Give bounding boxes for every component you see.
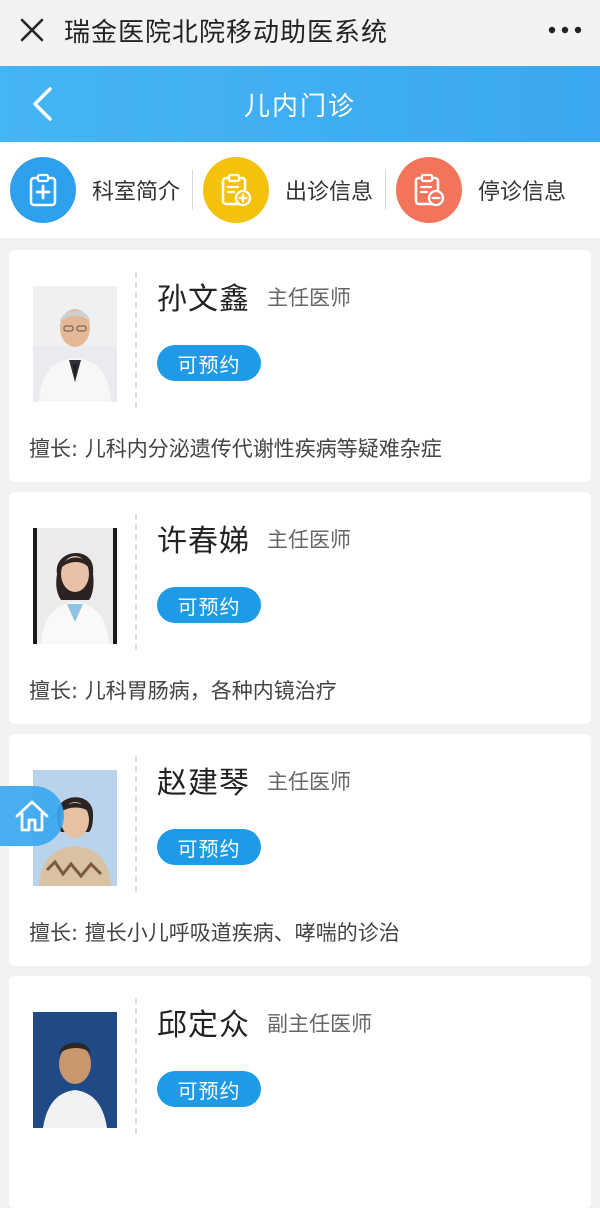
specialty-text: 儿科胃肠病，各种内镜治疗 [84,679,337,703]
home-button[interactable] [0,786,64,846]
card-divider [135,756,137,892]
doctor-name: 许春娣 [157,524,250,559]
close-icon [20,18,44,42]
doctor-name: 赵建琴 [157,766,250,801]
card-divider [135,998,137,1134]
appointment-badge[interactable]: 可预约 [157,1071,261,1107]
doctor-specialty: 擅长: 擅长小儿呼吸道疾病、哮喘的诊治 [29,917,400,947]
doctor-title: 主任医师 [267,528,351,552]
doctor-title: 主任医师 [267,286,351,310]
menu-item-department-intro[interactable]: 科室简介 [10,142,180,238]
quick-menu: 科室简介 出诊信息 停诊信息 [0,142,600,238]
menu-item-suspension-info[interactable]: 停诊信息 [396,142,566,238]
doctor-title: 副主任医师 [267,1012,372,1036]
doctor-photo [33,1012,117,1128]
app-title: 瑞金医院北院移动助医系统 [64,17,389,48]
more-button[interactable] [530,0,600,60]
doctor-name: 孙文鑫 [157,282,250,317]
specialty-label: 擅长: [29,679,79,703]
menu-label: 出诊信息 [285,180,374,205]
doctor-specialty: 擅长: 儿科胃肠病，各种内镜治疗 [29,675,337,705]
doctor-name: 邱定众 [157,1008,250,1043]
menu-divider [192,170,194,210]
card-divider [135,514,137,650]
doctor-card[interactable]: 赵建琴 主任医师 可预约 擅长: 擅长小儿呼吸道疾病、哮喘的诊治 [9,734,591,966]
clipboard-minus-icon [396,157,463,223]
specialty-label: 擅长: [29,437,79,461]
doctor-title: 主任医师 [267,770,351,794]
doctor-card[interactable]: 孙文鑫 主任医师 可预约 擅长: 儿科内分泌遗传代谢性疾病等疑难杂症 [9,250,591,482]
back-button[interactable] [22,84,62,124]
appointment-badge[interactable]: 可预约 [157,587,261,623]
appointment-badge[interactable]: 可预约 [157,345,261,381]
doctor-card[interactable]: 邱定众 副主任医师 可预约 [9,976,591,1208]
close-button[interactable] [0,0,64,60]
page-header: 儿内门诊 [0,66,600,142]
menu-label: 停诊信息 [478,180,567,205]
doctor-photo [33,528,117,644]
specialty-text: 儿科内分泌遗传代谢性疾病等疑难杂症 [84,437,442,461]
chevron-left-icon [33,87,52,121]
more-icon [548,26,582,34]
clipboard-plus-icon [10,157,76,223]
page-title: 儿内门诊 [243,91,356,122]
appointment-badge[interactable]: 可预约 [157,829,261,865]
clipboard-add-icon [203,157,270,223]
home-icon [15,800,49,832]
doctor-specialty: 擅长: 儿科内分泌遗传代谢性疾病等疑难杂症 [29,433,442,463]
menu-label: 科室简介 [92,180,181,205]
doctor-photo [33,286,117,402]
card-divider [135,272,137,408]
window-topbar: 瑞金医院北院移动助医系统 [0,0,600,60]
menu-item-clinic-schedule[interactable]: 出诊信息 [203,142,373,238]
specialty-label: 擅长: [29,921,79,945]
specialty-text: 擅长小儿呼吸道疾病、哮喘的诊治 [84,921,400,945]
menu-divider [385,170,387,210]
doctor-card[interactable]: 许春娣 主任医师 可预约 擅长: 儿科胃肠病，各种内镜治疗 [9,492,591,724]
